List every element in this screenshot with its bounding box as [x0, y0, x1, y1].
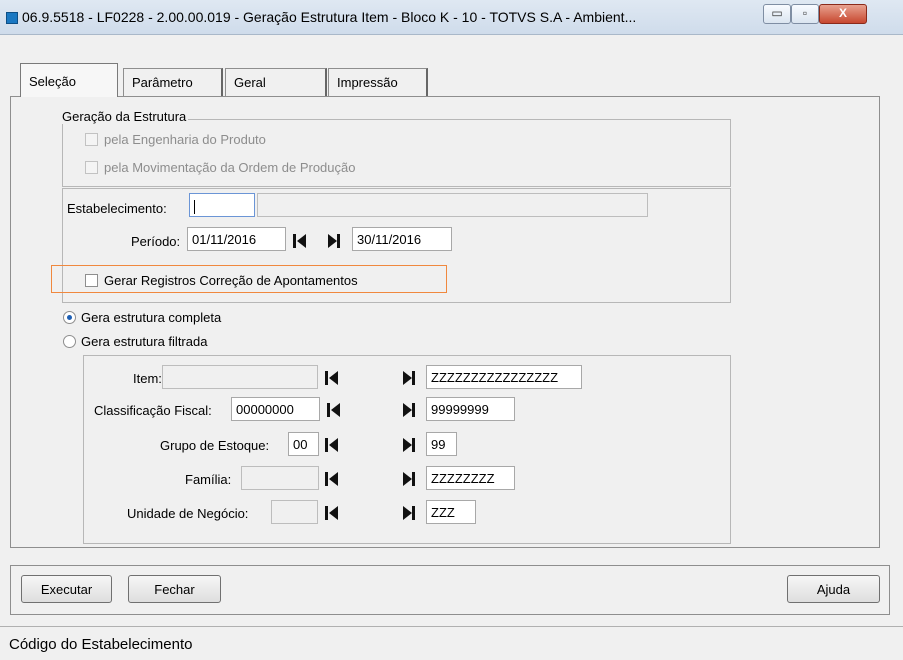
status-bar: Código do Estabelecimento — [0, 626, 903, 660]
last-icon[interactable] — [401, 369, 417, 387]
item-start-input[interactable] — [162, 365, 318, 389]
fechar-button[interactable]: Fechar — [128, 575, 221, 603]
familia-label: Família: — [185, 472, 232, 487]
first-icon[interactable] — [325, 401, 341, 419]
classificacao-label: Classificação Fiscal: — [94, 403, 212, 418]
grupo-label: Grupo de Estoque: — [160, 438, 270, 453]
classificacao-end-input[interactable]: 99999999 — [426, 397, 515, 421]
periodo-start-input[interactable]: 01/11/2016 — [187, 227, 286, 251]
gerar-registros-checkbox[interactable] — [85, 274, 98, 287]
item-end-input[interactable]: ZZZZZZZZZZZZZZZZ — [426, 365, 582, 389]
grupo-start-input[interactable]: 00 — [288, 432, 319, 456]
maximize-button[interactable]: ▫ — [791, 4, 819, 24]
unidade-end-input[interactable]: ZZZ — [426, 500, 476, 524]
first-icon[interactable] — [291, 232, 307, 250]
first-icon[interactable] — [323, 369, 339, 387]
first-icon[interactable] — [323, 504, 339, 522]
periodo-end-input[interactable]: 30/11/2016 — [352, 227, 452, 251]
gera-completa-radio[interactable] — [63, 311, 76, 324]
ajuda-button[interactable]: Ajuda — [787, 575, 880, 603]
classificacao-start-input[interactable]: 00000000 — [231, 397, 320, 421]
maximize-icon: ▫ — [802, 6, 808, 20]
first-icon[interactable] — [323, 470, 339, 488]
estabelecimento-input[interactable] — [189, 193, 255, 217]
engenharia-checkbox[interactable] — [85, 133, 98, 146]
gerar-registros-label: Gerar Registros Correção de Apontamentos — [104, 273, 358, 288]
estabelecimento-description — [257, 193, 648, 217]
last-icon[interactable] — [401, 504, 417, 522]
last-icon[interactable] — [326, 232, 342, 250]
last-icon[interactable] — [401, 436, 417, 454]
grupo-end-input[interactable]: 99 — [426, 432, 457, 456]
movimentacao-label: pela Movimentação da Ordem de Produção — [104, 160, 356, 175]
periodo-label: Período: — [131, 234, 181, 249]
estabelecimento-label: Estabelecimento: — [67, 201, 167, 216]
gera-filtrada-radio[interactable] — [63, 335, 76, 348]
movimentacao-checkbox[interactable] — [85, 161, 98, 174]
last-icon[interactable] — [401, 470, 417, 488]
geracao-groupbox — [62, 119, 731, 187]
geracao-legend: Geração da Estrutura — [60, 109, 189, 124]
executar-button[interactable]: Executar — [21, 575, 112, 603]
close-icon: X — [838, 6, 847, 20]
last-icon[interactable] — [401, 401, 417, 419]
familia-start-input[interactable] — [241, 466, 319, 490]
gera-completa-label: Gera estrutura completa — [81, 310, 222, 325]
engenharia-label: pela Engenharia do Produto — [104, 132, 266, 147]
window-title: 06.9.5518 - LF0228 - 2.00.00.019 - Geraç… — [22, 9, 637, 25]
unidade-label: Unidade de Negócio: — [127, 506, 249, 521]
app-icon[interactable] — [6, 12, 18, 24]
item-label: Item: — [133, 371, 162, 386]
minimize-button[interactable]: ▭ — [763, 4, 791, 24]
unidade-start-input[interactable] — [271, 500, 318, 524]
tab-impressao[interactable]: Impressão — [328, 68, 428, 96]
minimize-icon: ▭ — [771, 6, 783, 20]
close-button[interactable]: X — [819, 4, 867, 24]
first-icon[interactable] — [323, 436, 339, 454]
tab-parametro[interactable]: Parâmetro — [123, 68, 223, 96]
tab-geral[interactable]: Geral — [225, 68, 327, 96]
tab-selecao[interactable]: Seleção — [20, 63, 118, 97]
text-caret — [194, 199, 195, 214]
status-text: Código do Estabelecimento — [9, 636, 193, 653]
title-bar: 06.9.5518 - LF0228 - 2.00.00.019 - Geraç… — [0, 0, 903, 35]
familia-end-input[interactable]: ZZZZZZZZ — [426, 466, 515, 490]
gera-filtrada-label: Gera estrutura filtrada — [81, 334, 208, 349]
